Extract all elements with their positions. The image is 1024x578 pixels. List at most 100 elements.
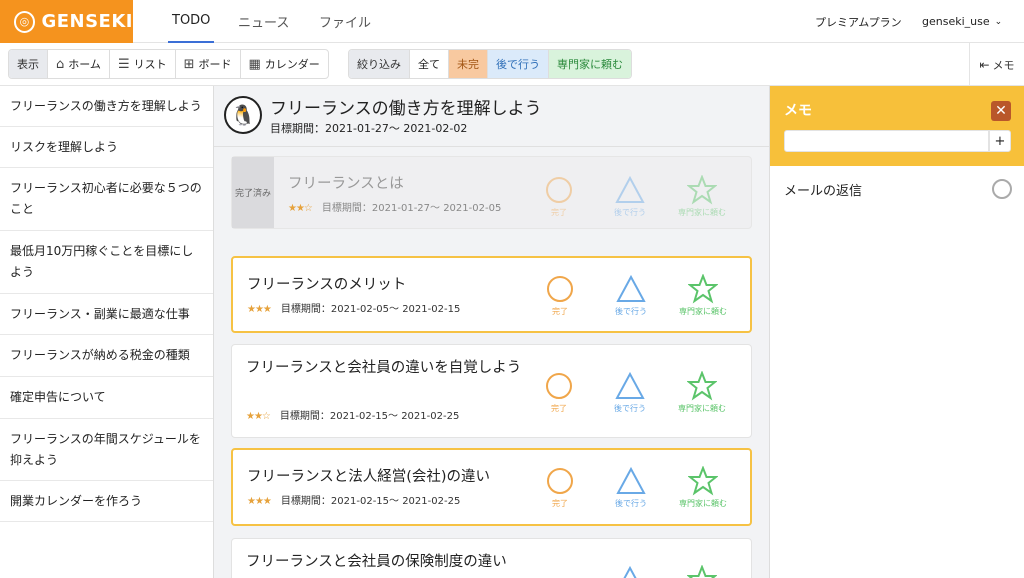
- task-card[interactable]: フリーランスのメリット ★★★ 目標期間：2021-02-05〜 2021-02-…: [231, 256, 752, 333]
- sidebar-item[interactable]: フリーランスが納める税金の種類: [0, 335, 213, 377]
- later-button[interactable]: 後で行う: [601, 466, 661, 509]
- close-icon[interactable]: ✕: [991, 101, 1011, 121]
- task-card[interactable]: フリーランスと会社員の違いを自覚しよう ★★☆ 目標期間：2021-02-15〜 …: [231, 344, 752, 438]
- calendar-icon: ▦: [248, 56, 261, 72]
- top-bar: ◎ GENSEKI TODO ニュース ファイル プレミアムプラン gensek…: [0, 0, 1024, 43]
- star-icon: [688, 466, 718, 496]
- done-button[interactable]: 完了: [530, 466, 590, 509]
- course-header: 🐧 フリーランスの働き方を理解しよう 目標期間：2021-01-27〜 2021…: [214, 86, 769, 147]
- sidebar-item[interactable]: フリーランスの年間スケジュールを抑えよう: [0, 419, 213, 481]
- view-label: 表示: [9, 50, 48, 78]
- logo-text: GENSEKI: [41, 11, 133, 32]
- nav-files[interactable]: ファイル: [319, 0, 371, 43]
- task-title: フリーランスと会社員の保険制度の違い: [246, 554, 507, 570]
- circle-icon: [546, 373, 572, 399]
- view-board-label: ボード: [198, 58, 232, 71]
- memo-header: メモ ✕ +: [770, 86, 1024, 166]
- task-card-completed[interactable]: 完了済み フリーランスとは ★★☆ 目標期間：2021-01-27〜 2021-0…: [231, 156, 752, 229]
- later-label: 後で行う: [615, 307, 647, 316]
- star-icon: [688, 274, 718, 304]
- board-icon: ⊞: [183, 56, 195, 72]
- expert-button[interactable]: 専門家に頼む: [672, 371, 732, 414]
- filter-label: 絞り込み: [349, 50, 410, 78]
- nav-todo[interactable]: TODO: [168, 0, 215, 43]
- task-title: フリーランスと法人経営(会社)の違い: [247, 469, 491, 485]
- task-period: 目標期間：2021-02-15〜 2021-02-25: [280, 496, 461, 507]
- filter-all-button[interactable]: 全て: [410, 50, 449, 78]
- done-label: 完了: [551, 404, 567, 413]
- filter-later-button[interactable]: 後で行う: [488, 50, 549, 78]
- memo-title: メモ: [784, 103, 812, 119]
- memo-add-button[interactable]: +: [989, 130, 1011, 152]
- view-board-button[interactable]: ⊞ ボード: [176, 50, 241, 78]
- circle-icon: [547, 468, 573, 494]
- star-icon: [687, 565, 717, 578]
- circle-icon: [546, 177, 572, 203]
- filter-incomplete-button[interactable]: 未完: [449, 50, 488, 78]
- memo-toggle-button[interactable]: ⇤ メモ: [969, 43, 1024, 86]
- done-button[interactable]: 完了: [529, 371, 589, 414]
- later-label: 後で行う: [614, 208, 646, 217]
- view-home-label: ホーム: [68, 58, 101, 71]
- sidebar-item-label: フリーランス・副業に最適な仕事: [10, 306, 190, 321]
- main-content: 🐧 フリーランスの働き方を理解しよう 目標期間：2021-01-27〜 2021…: [214, 86, 769, 578]
- penguin-avatar-icon: 🐧: [224, 96, 262, 134]
- task-title: フリーランスのメリット: [247, 277, 407, 293]
- task-period: 目標期間：2021-02-05〜 2021-02-15: [280, 304, 461, 315]
- user-menu[interactable]: genseki_use ⌄: [922, 0, 1002, 43]
- task-card[interactable]: フリーランスと会社員の保険制度の違い: [231, 538, 752, 578]
- sidebar-item[interactable]: フリーランス初心者に必要な５つのこと: [0, 168, 213, 231]
- view-calendar-label: カレンダー: [264, 58, 320, 71]
- premium-plan-link[interactable]: プレミアムプラン: [815, 0, 902, 43]
- done-button[interactable]: 完了: [530, 274, 590, 317]
- later-label: 後で行う: [614, 404, 646, 413]
- task-title: フリーランスと会社員の違いを自覚しよう: [246, 360, 522, 376]
- filter-expert-button[interactable]: 専門家に頼む: [549, 50, 631, 78]
- sidebar-item[interactable]: 開業カレンダーを作ろう: [0, 481, 213, 522]
- memo-input[interactable]: [784, 130, 989, 152]
- memo-toggle-label: メモ: [992, 58, 1015, 72]
- expert-button[interactable]: 専門家に頼む: [672, 175, 732, 218]
- sidebar-item-label: 確定申告について: [10, 390, 106, 404]
- view-calendar-button[interactable]: ▦ カレンダー: [241, 50, 328, 78]
- list-icon: ☰: [117, 56, 130, 72]
- later-button[interactable]: 後で行う: [600, 175, 660, 218]
- expert-button[interactable]: 専門家に頼む: [673, 274, 733, 317]
- later-button[interactable]: [600, 565, 660, 578]
- memo-item-checkbox[interactable]: [992, 179, 1012, 199]
- task-meta: ★★☆ 目標期間：2021-02-15〜 2021-02-25: [246, 407, 459, 422]
- later-button[interactable]: 後で行う: [601, 274, 661, 317]
- completed-tag: 完了済み: [232, 157, 274, 228]
- sidebar-item-label: フリーランス初心者に必要な５つのこと: [10, 181, 202, 216]
- view-home-button[interactable]: ⌂ ホーム: [48, 50, 110, 78]
- sidebar-item[interactable]: フリーランスの働き方を理解しよう: [0, 86, 213, 127]
- sidebar-item-label: 開業カレンダーを作ろう: [10, 493, 143, 508]
- expert-button[interactable]: [672, 565, 732, 578]
- task-period: 目標期間：2021-02-15〜 2021-02-25: [279, 411, 460, 422]
- triangle-icon: [616, 274, 646, 302]
- expert-button[interactable]: 専門家に頼む: [673, 466, 733, 509]
- triangle-icon: [623, 565, 637, 578]
- circle-icon: [547, 276, 573, 302]
- nav-news[interactable]: ニュース: [238, 0, 289, 43]
- later-button[interactable]: 後で行う: [600, 371, 660, 414]
- course-period: 目標期間：2021-01-27〜 2021-02-02: [270, 122, 468, 135]
- sidebar-item-label: フリーランスの働き方を理解しよう: [10, 98, 202, 113]
- view-list-button[interactable]: ☰ リスト: [110, 50, 176, 78]
- sidebar-item[interactable]: 最低月10万円稼ぐことを目標にしよう: [0, 231, 213, 294]
- star-icon: [687, 371, 717, 401]
- sidebar-item-label: 最低月10万円稼ぐことを目標にしよう: [10, 244, 194, 279]
- chevron-down-icon: ⌄: [994, 16, 1003, 27]
- sidebar-item[interactable]: 確定申告について: [0, 377, 213, 419]
- memo-panel: メモ ✕ + メールの返信: [769, 86, 1024, 578]
- task-card[interactable]: フリーランスと法人経営(会社)の違い ★★★ 目標期間：2021-02-15〜 2…: [231, 448, 752, 526]
- sidebar-item-label: フリーランスの年間スケジュールを抑えよう: [10, 431, 201, 467]
- sidebar-item[interactable]: フリーランス・副業に最適な仕事: [0, 294, 213, 335]
- sidebar: フリーランスの働き方を理解しよう リスクを理解しよう フリーランス初心者に必要な…: [0, 86, 214, 578]
- logo[interactable]: ◎ GENSEKI: [0, 0, 133, 43]
- sidebar-item[interactable]: リスクを理解しよう: [0, 127, 213, 168]
- memo-item-label: メールの返信: [784, 184, 863, 199]
- done-button[interactable]: 完了: [529, 175, 589, 218]
- home-icon: ⌂: [56, 56, 65, 72]
- rating-stars: ★★☆: [246, 411, 271, 422]
